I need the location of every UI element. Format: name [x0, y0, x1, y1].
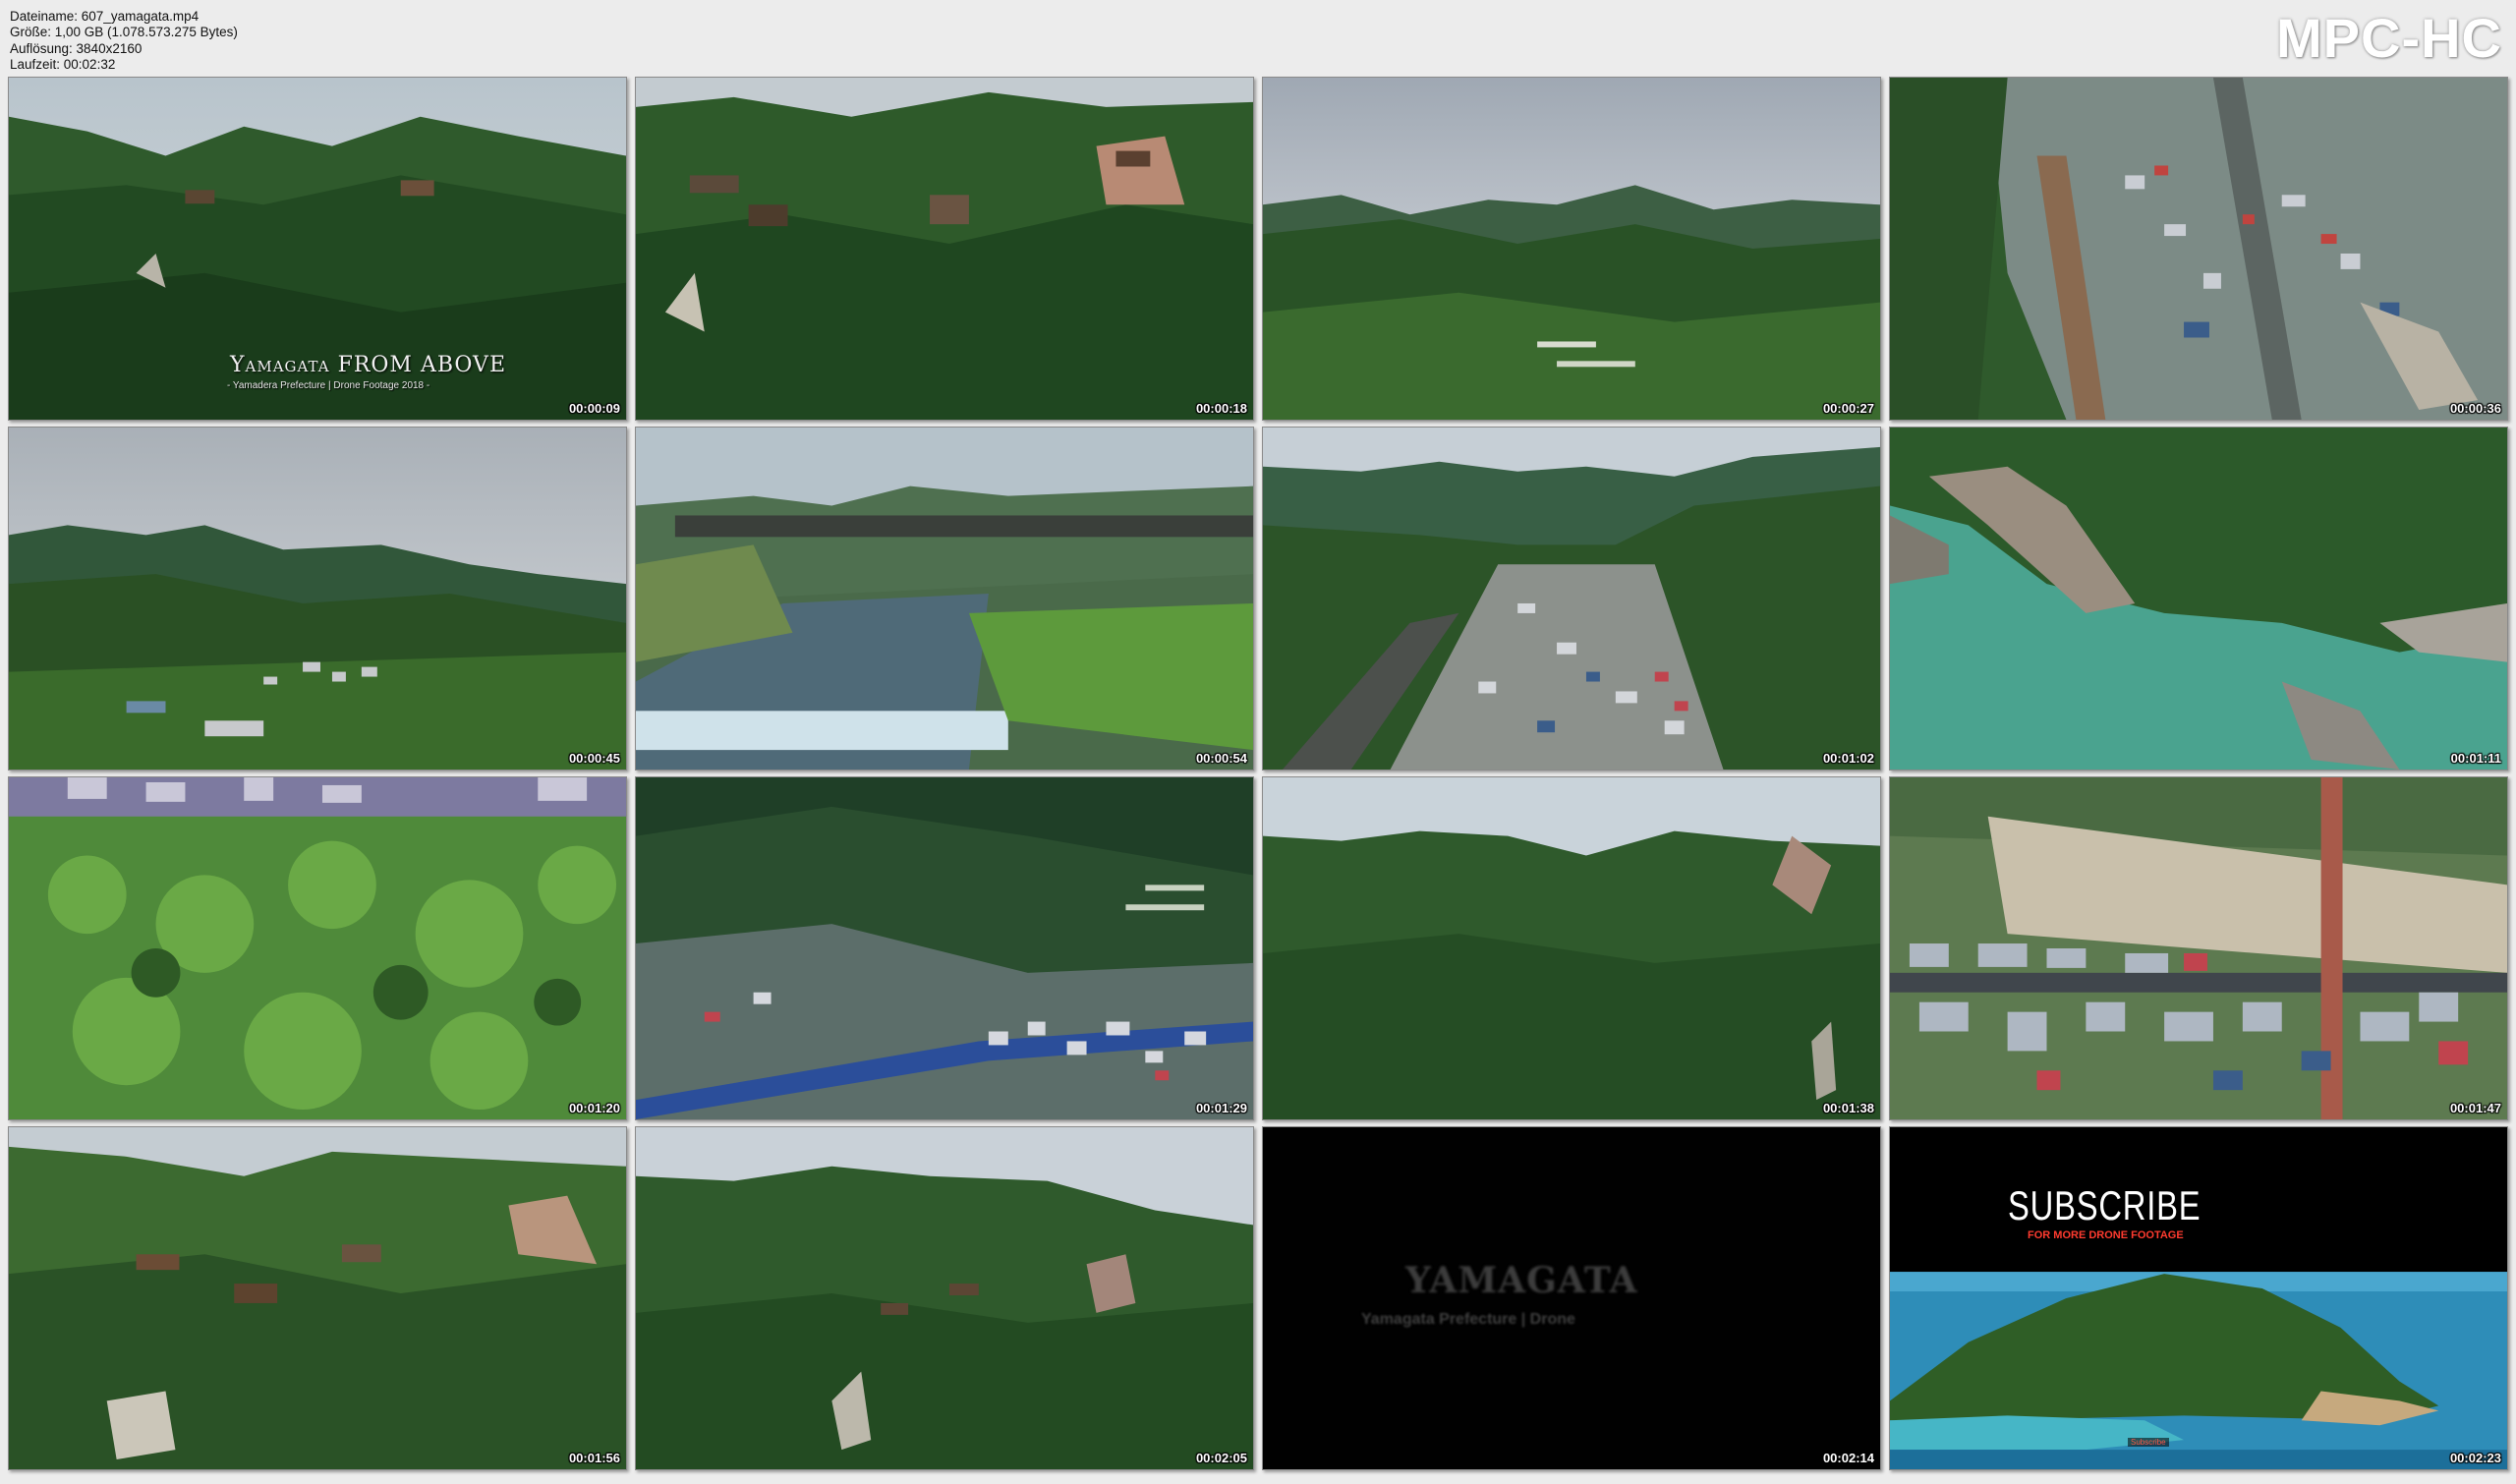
timestamp: 00:01:11	[2450, 751, 2501, 766]
thumbnail[interactable]: 00:00:36	[1889, 77, 2508, 421]
file-duration: Laufzeit: 00:02:32	[10, 57, 116, 73]
timestamp: 00:01:20	[568, 1101, 620, 1115]
thumbnail[interactable]: SUBSCRIBE FOR MORE DRONE FOOTAGE Subscri…	[1889, 1126, 2508, 1470]
subscribe-tagline: FOR MORE DRONE FOOTAGE	[2028, 1229, 2184, 1241]
intro-subtitle: - Yamadera Prefecture | Drone Footage 20…	[227, 380, 430, 391]
fade-subtitle: Yamagata Prefecture | Drone	[1361, 1311, 1575, 1328]
thumbnail-grid: Yamagata FROM ABOVE - Yamadera Prefectur…	[8, 77, 2508, 1476]
river-weir-image	[636, 428, 1253, 770]
thumbnail[interactable]: 00:01:11	[1889, 427, 2508, 771]
file-size: Größe: 1,00 GB (1.078.573.275 Bytes)	[10, 25, 238, 40]
timestamp: 00:00:36	[2449, 401, 2501, 416]
subscribe-badge[interactable]: Subscribe	[2128, 1438, 2169, 1447]
timestamp: 00:01:02	[1822, 751, 1874, 766]
thumbnail[interactable]: 00:01:47	[1889, 776, 2508, 1120]
thumbnail[interactable]: 00:00:27	[1262, 77, 1881, 421]
town-hillside-image	[636, 777, 1253, 1119]
mpc-hc-logo: MPC-HC	[2276, 7, 2502, 69]
mountain-temple-close-image	[636, 78, 1253, 420]
subscribe-title[interactable]: SUBSCRIBE	[2008, 1182, 2201, 1229]
timestamp: 00:00:18	[1195, 401, 1247, 416]
timestamp: 00:00:27	[1822, 401, 1874, 416]
thumbnail[interactable]: 00:01:02	[1262, 427, 1881, 771]
valley-village-image	[9, 428, 626, 770]
thumbnail[interactable]: Yamagata FROM ABOVE - Yamadera Prefectur…	[8, 77, 627, 421]
thumbnail[interactable]: 00:01:20	[8, 776, 627, 1120]
timestamp: 00:02:14	[1822, 1451, 1874, 1465]
timestamp: 00:01:56	[568, 1451, 620, 1465]
thumbnail[interactable]: 00:01:38	[1262, 776, 1881, 1120]
intro-title: Yamagata FROM ABOVE	[230, 353, 507, 377]
island-image	[1890, 1127, 2507, 1469]
thumbnail[interactable]: 00:00:54	[635, 427, 1254, 771]
timestamp: 00:01:38	[1822, 1101, 1874, 1115]
timestamp: 00:00:54	[1195, 751, 1247, 766]
thumbnail[interactable]: YAMAGATA Yamagata Prefecture | Drone 00:…	[1262, 1126, 1881, 1470]
timestamp: 00:02:23	[2449, 1451, 2501, 1465]
thumbnail[interactable]: 00:00:18	[635, 77, 1254, 421]
timestamp: 00:00:45	[568, 751, 620, 766]
mountain-range-image	[1263, 78, 1880, 420]
timestamp: 00:00:09	[568, 401, 620, 416]
temple-cliffs-image	[9, 1127, 626, 1469]
thumbnail[interactable]: 00:02:05	[635, 1126, 1254, 1470]
file-name: Dateiname: 607_yamagata.mp4	[10, 9, 200, 24]
thumbnail[interactable]: 00:00:45	[8, 427, 627, 771]
timestamp: 00:01:47	[2449, 1101, 2501, 1115]
thumbnail[interactable]: 00:01:29	[635, 776, 1254, 1120]
valley-town-image	[1263, 428, 1880, 770]
town-topdown-image	[1890, 777, 2507, 1119]
file-info-panel: Dateiname: 607_yamagata.mp4 Größe: 1,00 …	[10, 9, 238, 74]
town-aerial-image	[1890, 78, 2507, 420]
forest-hill-image	[636, 1127, 1253, 1469]
timestamp: 00:01:29	[1195, 1101, 1247, 1115]
fade-title: YAMAGATA	[1405, 1260, 1638, 1301]
thumbnail[interactable]: 00:01:56	[8, 1126, 627, 1470]
timestamp: 00:02:05	[1195, 1451, 1247, 1465]
file-resolution: Auflösung: 3840x2160	[10, 40, 143, 56]
forested-ridge-image	[1263, 777, 1880, 1119]
turquoise-river-image	[1890, 428, 2507, 770]
forest-canopy-image	[9, 777, 626, 1119]
